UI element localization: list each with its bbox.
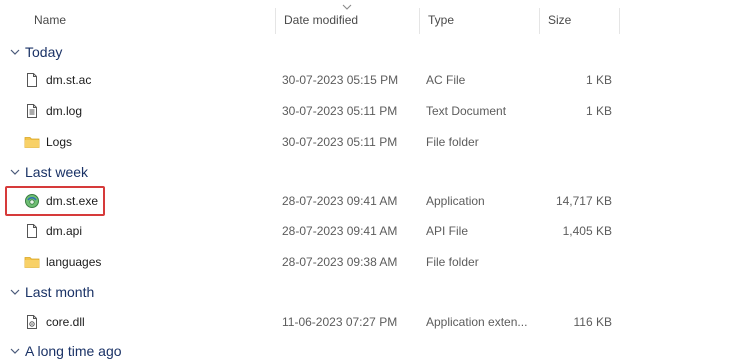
file-name: core.dll	[46, 315, 85, 329]
file-name: dm.st.ac	[46, 73, 92, 87]
file-type: AC File	[426, 73, 466, 87]
file-name-cell: dm.api	[20, 216, 82, 246]
file-name-cell: dm.st.ac	[20, 65, 91, 95]
chevron-down-icon	[10, 169, 20, 175]
file-date: 28-07-2023 09:38 AM	[282, 255, 398, 269]
dll-icon	[27, 315, 37, 329]
file-date: 30-07-2023 05:15 PM	[282, 73, 399, 87]
file-name: languages	[46, 255, 102, 269]
group-header-last-month[interactable]: Last month	[8, 281, 94, 303]
file-type: File folder	[426, 255, 479, 269]
column-header-bar: Name Date modified Type Size	[0, 0, 750, 38]
file-size: 1,405 KB	[562, 224, 612, 238]
column-header-date-modified[interactable]: Date modified	[276, 0, 420, 38]
document-icon	[27, 73, 37, 87]
document-icon	[27, 224, 37, 238]
folder-icon	[24, 137, 40, 148]
file-date: 28-07-2023 09:41 AM	[282, 224, 398, 238]
file-type: File folder	[426, 135, 479, 149]
chevron-down-icon	[10, 289, 20, 295]
file-row[interactable]: languages 28-07-2023 09:38 AM File folde…	[0, 247, 750, 277]
file-date: 28-07-2023 09:41 AM	[282, 194, 398, 208]
file-name: dm.api	[46, 224, 83, 238]
group-label: Today	[25, 44, 63, 60]
group-header-last-week[interactable]: Last week	[8, 161, 88, 183]
file-name-cell: languages	[20, 247, 101, 277]
text-document-icon	[27, 104, 37, 118]
column-header-size[interactable]: Size	[540, 0, 620, 38]
file-name: Logs	[46, 135, 73, 149]
file-type: Text Document	[426, 104, 507, 118]
file-name: dm.st.exe	[46, 194, 99, 208]
file-name-cell: core.dll	[20, 307, 85, 337]
file-name: dm.log	[46, 104, 83, 118]
file-name-cell: dm.st.exe	[20, 186, 98, 216]
file-size: 1 KB	[585, 104, 612, 118]
file-date: 11-06-2023 07:27 PM	[282, 315, 398, 329]
file-type: Application exten...	[426, 315, 528, 329]
file-date: 30-07-2023 05:11 PM	[282, 135, 398, 149]
column-header-type[interactable]: Type	[420, 0, 540, 38]
file-size: 14,717 KB	[555, 194, 612, 208]
file-row[interactable]: dm.st.exe 28-07-2023 09:41 AM Applicatio…	[0, 186, 750, 216]
application-icon	[25, 194, 39, 208]
file-row[interactable]: dm.log 30-07-2023 05:11 PM Text Document…	[0, 96, 750, 126]
group-header-a-long-time-ago[interactable]: A long time ago	[8, 340, 122, 360]
file-name-cell: Logs	[20, 127, 72, 157]
file-name-cell: dm.log	[20, 96, 82, 126]
chevron-down-icon	[10, 348, 20, 354]
column-header-name[interactable]: Name	[26, 0, 276, 38]
folder-icon	[24, 257, 40, 268]
column-divider[interactable]	[619, 8, 620, 34]
file-row[interactable]: Logs 30-07-2023 05:11 PM File folder	[0, 127, 750, 157]
file-size: 116 KB	[573, 315, 612, 329]
file-row[interactable]: dm.st.ac 30-07-2023 05:15 PM AC File 1 K…	[0, 65, 750, 95]
file-row[interactable]: dm.api 28-07-2023 09:41 AM API File 1,40…	[0, 216, 750, 246]
chevron-down-icon	[10, 49, 20, 55]
group-label: A long time ago	[25, 343, 122, 359]
file-size: 1 KB	[585, 73, 612, 87]
group-label: Last month	[25, 284, 95, 300]
file-row[interactable]: core.dll 11-06-2023 07:27 PM Application…	[0, 307, 750, 337]
file-type: API File	[426, 224, 469, 238]
file-date: 30-07-2023 05:11 PM	[282, 104, 398, 118]
group-header-today[interactable]: Today	[8, 41, 62, 63]
file-type: Application	[426, 194, 485, 208]
group-label: Last week	[25, 164, 89, 180]
